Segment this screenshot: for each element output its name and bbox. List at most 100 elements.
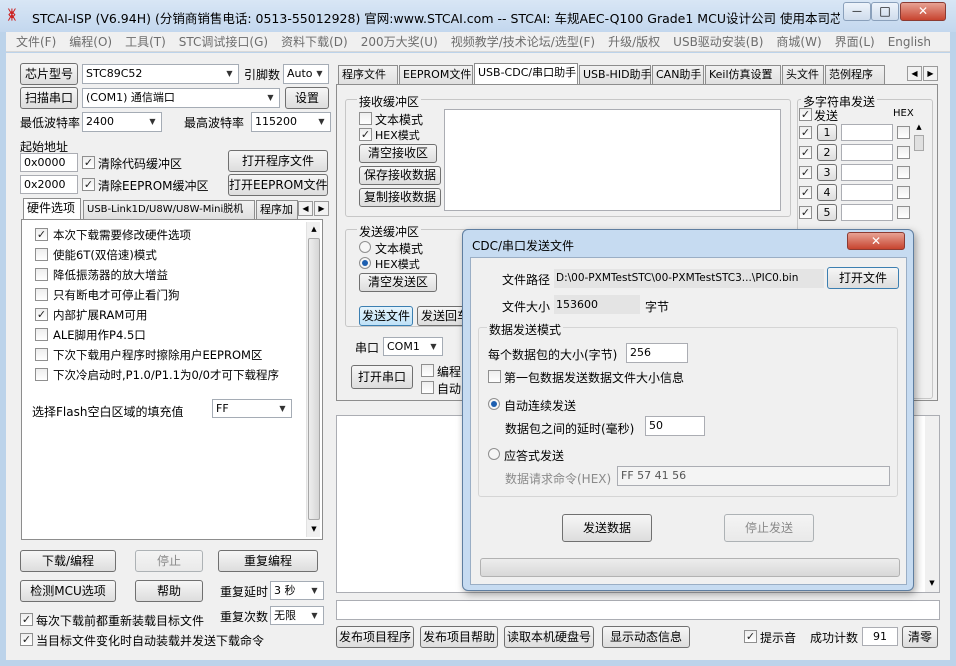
send-hex-mode-radio[interactable] xyxy=(359,257,371,269)
tab-scroll-right[interactable]: ▶ xyxy=(923,66,938,81)
scroll-down-icon[interactable]: ▼ xyxy=(925,576,939,590)
repeat-program-button[interactable]: 重复编程 xyxy=(218,550,318,572)
menu-item[interactable]: 文件(F) xyxy=(16,35,56,49)
publish-help-button[interactable]: 发布项目帮助 xyxy=(420,626,498,648)
settings-button[interactable]: 设置 xyxy=(285,87,329,109)
options-scrollbar[interactable]: ▲ ▼ xyxy=(306,222,320,537)
menu-item[interactable]: 升级/版权 xyxy=(608,35,660,49)
repeat-count-select[interactable]: 无限 ▼ xyxy=(270,606,324,625)
menu-item[interactable]: USB驱动安装(B) xyxy=(673,35,763,49)
recv-hex-mode-checkbox[interactable]: ✓ xyxy=(359,128,372,141)
tab-hardware-options[interactable]: 硬件选项 xyxy=(23,198,81,219)
menu-item[interactable]: 界面(L) xyxy=(835,35,875,49)
beep-checkbox[interactable]: ✓ xyxy=(744,630,757,643)
multi-string-input[interactable] xyxy=(841,124,893,141)
open-port-button[interactable]: 打开串口 xyxy=(351,365,413,389)
option-checkbox[interactable] xyxy=(35,348,48,361)
scan-port-button[interactable]: 扫描串口 xyxy=(20,87,78,109)
flash-fill-select[interactable]: FF ▼ xyxy=(212,399,292,418)
read-disk-button[interactable]: 读取本机硬盘号 xyxy=(504,626,594,648)
option-checkbox[interactable] xyxy=(35,368,48,381)
multi-send-checkbox[interactable]: ✓ xyxy=(799,146,812,159)
tab-right-7[interactable]: 范例程序 xyxy=(825,65,885,84)
stop-button[interactable]: 停止 xyxy=(135,550,203,572)
multi-send-button[interactable]: 4 xyxy=(817,184,837,201)
option-row[interactable]: 只有断电才可停止看门狗 xyxy=(24,286,304,304)
chip-model-select[interactable]: STC89C52 ▼ xyxy=(82,64,239,84)
receive-textarea[interactable] xyxy=(444,109,781,211)
close-button[interactable]: ✕ xyxy=(900,2,946,21)
menu-item[interactable]: 视频教学/技术论坛/选型(F) xyxy=(451,35,595,49)
multi-string-input[interactable] xyxy=(841,164,893,181)
option-row[interactable]: ALE脚用作P4.5口 xyxy=(24,326,304,344)
multi-hex-checkbox[interactable] xyxy=(897,126,910,139)
multi-hex-checkbox[interactable] xyxy=(897,206,910,219)
packet-size-input[interactable]: 256 xyxy=(626,343,688,363)
help-button[interactable]: 帮助 xyxy=(135,580,203,602)
option-checkbox[interactable] xyxy=(35,288,48,301)
min-baud-select[interactable]: 2400 ▼ xyxy=(82,112,162,132)
scroll-thumb[interactable] xyxy=(308,238,320,520)
scroll-down-icon[interactable]: ▼ xyxy=(307,522,321,536)
clear-code-checkbox[interactable]: ✓ xyxy=(82,156,95,169)
option-row[interactable]: 使能6T(双倍速)模式 xyxy=(24,246,304,264)
multi-hex-checkbox[interactable] xyxy=(897,166,910,179)
open-file-button[interactable]: 打开文件 xyxy=(827,267,899,289)
publish-program-button[interactable]: 发布项目程序 xyxy=(336,626,414,648)
clear-count-button[interactable]: 清零 xyxy=(902,626,938,648)
clear-eeprom-checkbox[interactable]: ✓ xyxy=(82,178,95,191)
option-row[interactable]: 降低振荡器的放大增益 xyxy=(24,266,304,284)
first-packet-checkbox[interactable] xyxy=(488,370,501,383)
tab-right-2[interactable]: USB-CDC/串口助手 xyxy=(474,63,578,84)
multi-hex-checkbox[interactable] xyxy=(897,186,910,199)
dialog-close-button[interactable]: ✕ xyxy=(847,232,905,250)
port-select[interactable]: (COM1) 通信端口 ▼ xyxy=(82,88,280,108)
menu-item[interactable]: 商城(W) xyxy=(776,35,821,49)
assistant-port-select[interactable]: COM1 ▼ xyxy=(383,337,443,356)
scroll-up-icon[interactable]: ▲ xyxy=(913,121,925,133)
packet-delay-input[interactable]: 50 xyxy=(645,416,705,436)
show-dynamic-button[interactable]: 显示动态信息 xyxy=(602,626,690,648)
pin-count-select[interactable]: Auto ▼ xyxy=(283,64,329,84)
send-text-mode-radio[interactable] xyxy=(359,241,371,253)
option-checkbox[interactable]: ✓ xyxy=(35,308,48,321)
download-button[interactable]: 下载/编程 xyxy=(20,550,116,572)
multi-scrollbar[interactable]: ▲ xyxy=(913,121,925,395)
option-checkbox[interactable] xyxy=(35,248,48,261)
tab-scroll-left[interactable]: ◀ xyxy=(907,66,922,81)
tab-right-3[interactable]: USB-HID助手 xyxy=(579,65,652,84)
option-row[interactable]: 下次下载用户程序时擦除用户EEPROM区 xyxy=(24,346,304,364)
ack-send-radio[interactable] xyxy=(488,448,500,460)
minimize-button[interactable]: — xyxy=(843,2,871,21)
menu-item[interactable]: 资料下载(D) xyxy=(281,35,348,49)
clear-send-button[interactable]: 清空发送区 xyxy=(359,273,437,292)
log-scrollbar[interactable]: ▼ xyxy=(925,416,939,592)
menu-item[interactable]: 200万大奖(U) xyxy=(361,35,438,49)
save-receive-button[interactable]: 保存接收数据 xyxy=(359,166,441,185)
multi-send-checkbox[interactable]: ✓ xyxy=(799,206,812,219)
eeprom-address-input[interactable]: 0x2000 xyxy=(20,175,78,194)
menu-item[interactable]: STC调试接口(G) xyxy=(179,35,268,49)
multi-string-input[interactable] xyxy=(841,184,893,201)
multi-send-checkbox[interactable]: ✓ xyxy=(799,126,812,139)
stop-send-button[interactable]: 停止发送 xyxy=(724,514,814,542)
scroll-thumb[interactable] xyxy=(914,135,924,151)
program-checkbox[interactable] xyxy=(421,364,434,377)
multi-send-checkbox[interactable]: ✓ xyxy=(799,186,812,199)
send-data-button[interactable]: 发送数据 xyxy=(562,514,652,542)
clear-receive-button[interactable]: 清空接收区 xyxy=(359,144,437,163)
max-baud-select[interactable]: 115200 ▼ xyxy=(251,112,331,132)
multi-send-button[interactable]: 1 xyxy=(817,124,837,141)
multi-send-button[interactable]: 5 xyxy=(817,204,837,221)
tab-right-1[interactable]: EEPROM文件 xyxy=(399,65,473,84)
option-checkbox[interactable] xyxy=(35,268,48,281)
multi-send-button[interactable]: 2 xyxy=(817,144,837,161)
option-row[interactable]: ✓ 内部扩展RAM可用 xyxy=(24,306,304,324)
repeat-delay-select[interactable]: 3 秒 ▼ xyxy=(270,581,324,600)
reload-each-checkbox[interactable]: ✓ xyxy=(20,613,33,626)
multi-string-input[interactable] xyxy=(841,144,893,161)
option-row[interactable]: ✓ 本次下载需要修改硬件选项 xyxy=(24,226,304,244)
option-checkbox[interactable]: ✓ xyxy=(35,228,48,241)
multi-send-all-checkbox[interactable]: ✓ xyxy=(799,108,812,121)
tab-right-6[interactable]: 头文件 xyxy=(782,65,824,84)
